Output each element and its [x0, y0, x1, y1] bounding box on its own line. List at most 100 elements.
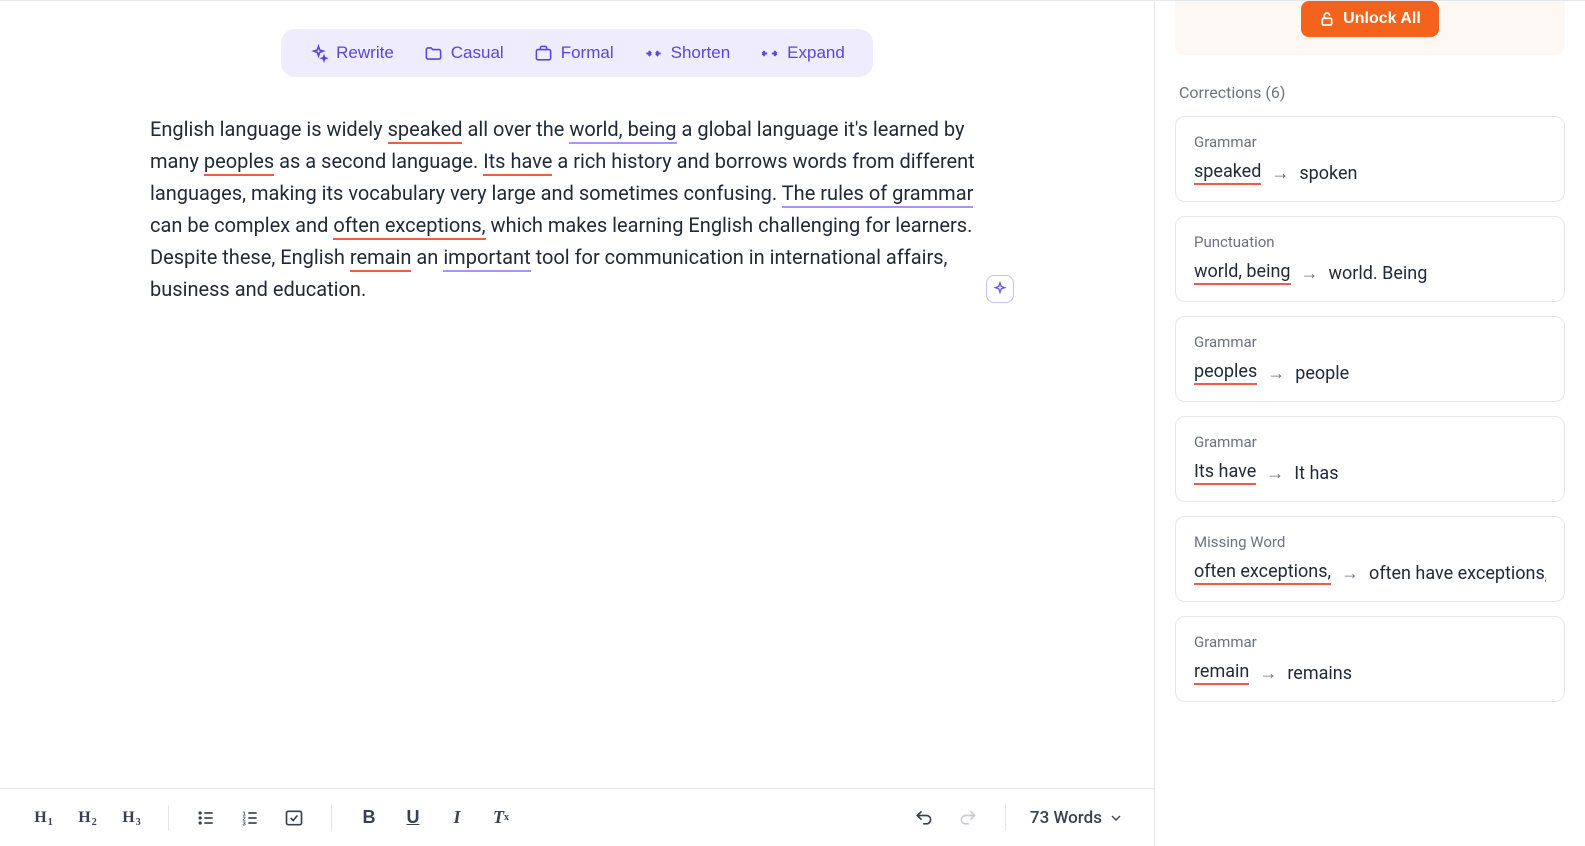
- correction-to: people: [1295, 363, 1349, 384]
- word-count-dropdown[interactable]: 73 Words: [1030, 808, 1124, 828]
- clear-format-button[interactable]: Tx: [488, 805, 514, 831]
- numbered-list-icon: 123: [240, 808, 260, 828]
- bottom-toolbar: H1 H2 H3 123 B U I Tx: [0, 788, 1154, 846]
- correction-from: world, being: [1194, 261, 1291, 285]
- svg-text:3: 3: [243, 821, 247, 827]
- highlighted-error[interactable]: important: [443, 245, 530, 272]
- expand-icon: [760, 44, 779, 63]
- correction-card[interactable]: Grammar peoples → people: [1175, 316, 1565, 402]
- redo-button[interactable]: [955, 805, 981, 831]
- expand-label: Expand: [787, 43, 845, 63]
- list-group: 123: [193, 805, 307, 831]
- italic-button[interactable]: I: [444, 805, 470, 831]
- h1-button[interactable]: H1: [30, 805, 56, 831]
- bold-button[interactable]: B: [356, 805, 382, 831]
- editor-paragraph[interactable]: English language is widely speaked all o…: [150, 113, 1004, 305]
- correction-to: often have exceptions,: [1369, 563, 1546, 584]
- shorten-label: Shorten: [671, 43, 731, 63]
- correction-card[interactable]: Grammar Its have→It has: [1175, 416, 1565, 502]
- correction-row: remain → remains: [1194, 661, 1546, 685]
- folder-icon: [424, 44, 443, 63]
- correction-to: It has: [1294, 463, 1338, 484]
- arrow-icon: →: [1341, 563, 1359, 584]
- rewrite-label: Rewrite: [336, 43, 394, 63]
- correction-to: world. Being: [1329, 263, 1428, 284]
- editor-content[interactable]: English language is widely speaked all o…: [0, 77, 1154, 788]
- arrow-icon: →: [1259, 663, 1277, 684]
- sparkle-icon: [309, 44, 328, 63]
- format-group: B U I Tx: [356, 805, 514, 831]
- word-count-label: 73 Words: [1030, 808, 1102, 828]
- highlighted-error[interactable]: world, being: [569, 117, 676, 144]
- h2-button[interactable]: H2: [74, 805, 100, 831]
- arrow-icon: →: [1301, 263, 1319, 284]
- shorten-button[interactable]: Shorten: [644, 43, 731, 63]
- underline-button[interactable]: U: [400, 805, 426, 831]
- formal-label: Formal: [561, 43, 614, 63]
- unlock-all-button[interactable]: Unlock All: [1301, 1, 1439, 37]
- correction-from: speaked: [1194, 161, 1261, 185]
- correction-from: remain: [1194, 661, 1249, 685]
- correction-to: remains: [1287, 663, 1352, 684]
- highlighted-error[interactable]: speaked: [388, 117, 463, 144]
- correction-from: often exceptions,: [1194, 561, 1331, 585]
- correction-row: speaked → spoken: [1194, 161, 1546, 185]
- main-area: Rewrite Casual Formal Shorten Expand Eng…: [0, 0, 1155, 846]
- separator: [331, 805, 332, 831]
- numbered-list-button[interactable]: 123: [237, 805, 263, 831]
- corrections-panel: Unlock All Corrections (6) Grammar speake…: [1155, 0, 1585, 846]
- ai-assist-button[interactable]: [986, 275, 1014, 303]
- correction-row: peoples → people: [1194, 361, 1546, 385]
- unlock-label: Unlock All: [1343, 10, 1421, 28]
- formal-button[interactable]: Formal: [534, 43, 614, 63]
- separator: [1005, 805, 1006, 831]
- casual-button[interactable]: Casual: [424, 43, 504, 63]
- correction-from: peoples: [1194, 361, 1257, 385]
- bullet-list-icon: [196, 808, 216, 828]
- unlock-banner: Unlock All: [1175, 1, 1565, 55]
- highlighted-error[interactable]: The rules of grammar: [782, 181, 974, 208]
- correction-to: spoken: [1299, 163, 1357, 184]
- highlighted-error[interactable]: peoples: [204, 149, 274, 176]
- corrections-list: Grammar speaked → spoken Punctuation world, b…: [1155, 116, 1585, 702]
- correction-row: Its have→It has: [1194, 461, 1546, 485]
- correction-card[interactable]: Punctuation world, being → world. Being: [1175, 216, 1565, 302]
- correction-row: world, being → world. Being: [1194, 261, 1546, 285]
- checklist-icon: [284, 808, 304, 828]
- lock-icon: [1319, 11, 1335, 27]
- history-group: [911, 805, 981, 831]
- correction-category: Grammar: [1194, 133, 1546, 151]
- correction-card[interactable]: Missing Word often exceptions, → often have…: [1175, 516, 1565, 602]
- bullet-list-button[interactable]: [193, 805, 219, 831]
- expand-button[interactable]: Expand: [760, 43, 845, 63]
- correction-card[interactable]: Grammar speaked → spoken: [1175, 116, 1565, 202]
- h3-button[interactable]: H3: [118, 805, 144, 831]
- undo-button[interactable]: [911, 805, 937, 831]
- corrections-heading: Corrections (6): [1155, 55, 1585, 116]
- heading-group: H1 H2 H3: [30, 805, 144, 831]
- chevron-down-icon: [1108, 810, 1124, 826]
- rewrite-button[interactable]: Rewrite: [309, 43, 394, 63]
- correction-category: Grammar: [1194, 333, 1546, 351]
- arrow-icon: →: [1271, 163, 1289, 184]
- correction-card[interactable]: Grammar remain → remains: [1175, 616, 1565, 702]
- separator: [168, 805, 169, 831]
- checklist-button[interactable]: [281, 805, 307, 831]
- arrow-icon: →: [1267, 363, 1285, 384]
- correction-category: Missing Word: [1194, 533, 1546, 551]
- redo-icon: [958, 808, 978, 828]
- correction-category: Punctuation: [1194, 233, 1546, 251]
- undo-icon: [914, 808, 934, 828]
- highlighted-error[interactable]: often exceptions,: [333, 213, 485, 240]
- highlighted-error[interactable]: Its have: [483, 149, 552, 176]
- correction-from: Its have: [1194, 461, 1256, 485]
- sparkle-icon: [992, 281, 1008, 297]
- shorten-icon: [644, 44, 663, 63]
- casual-label: Casual: [451, 43, 504, 63]
- correction-category: Grammar: [1194, 633, 1546, 651]
- rewrite-toolbar: Rewrite Casual Formal Shorten Expand: [281, 29, 873, 77]
- highlighted-error[interactable]: remain: [350, 245, 412, 272]
- correction-category: Grammar: [1194, 433, 1546, 451]
- briefcase-icon: [534, 44, 553, 63]
- correction-row: often exceptions, → often have exceptions,: [1194, 561, 1546, 585]
